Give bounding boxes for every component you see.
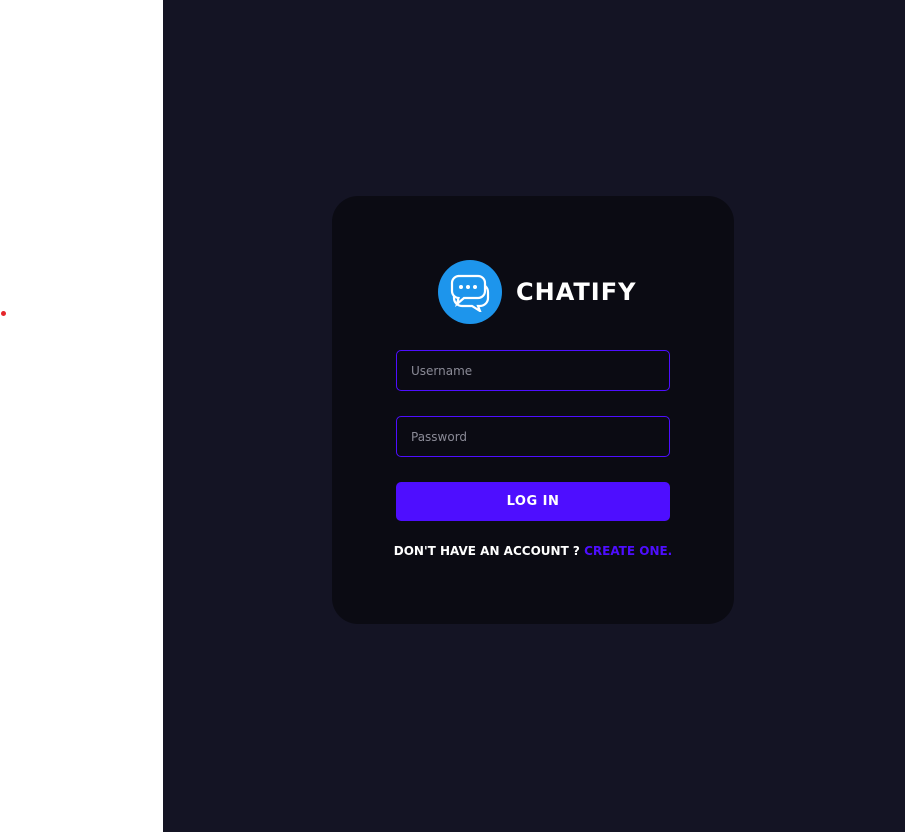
password-input[interactable] — [396, 416, 670, 457]
signup-prompt: DON'T HAVE AN ACCOUNT ? CREATE ONE. — [332, 544, 734, 558]
username-input[interactable] — [396, 350, 670, 391]
app-background: CHATIFY LOG IN DON'T HAVE AN ACCOUNT ? C… — [163, 0, 905, 832]
blank-side-panel — [0, 0, 163, 832]
create-account-link[interactable]: CREATE ONE. — [584, 544, 672, 558]
login-card: CHATIFY LOG IN DON'T HAVE AN ACCOUNT ? C… — [332, 196, 734, 624]
brand-name: CHATIFY — [516, 278, 637, 306]
red-dot-marker — [1, 311, 6, 316]
login-button[interactable]: LOG IN — [396, 482, 670, 521]
signup-prompt-text: DON'T HAVE AN ACCOUNT ? — [393, 544, 580, 558]
brand-header: CHATIFY — [438, 260, 636, 324]
chat-bubbles-icon — [438, 260, 502, 324]
